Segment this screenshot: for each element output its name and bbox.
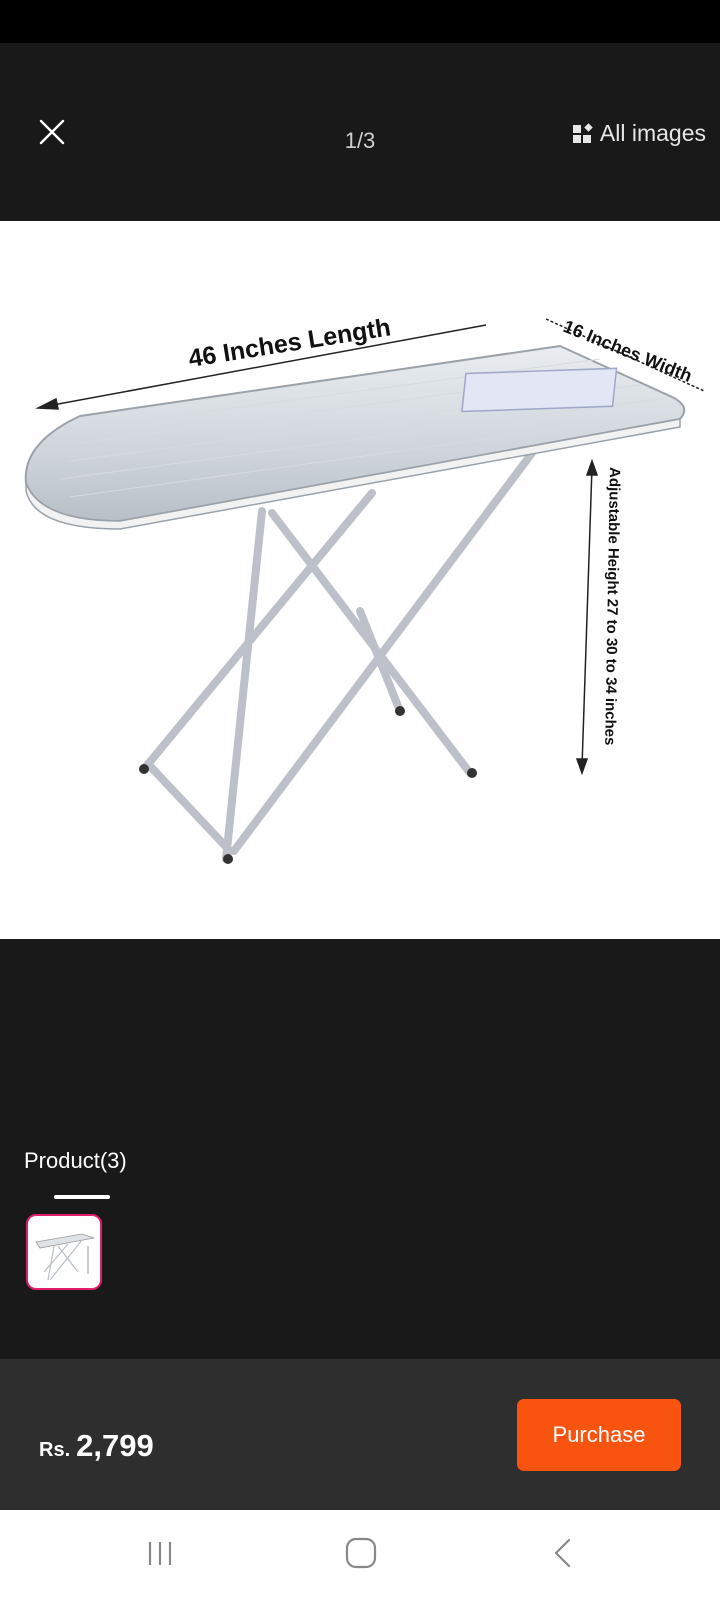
back-icon bbox=[554, 1538, 571, 1568]
product-image[interactable]: 46 Inches Length 16 Inches Width Adjusta… bbox=[0, 221, 720, 939]
back-button[interactable] bbox=[533, 1528, 593, 1578]
purchase-button[interactable]: Purchase bbox=[517, 1399, 681, 1471]
recents-icon bbox=[148, 1542, 172, 1565]
length-dimension-label: 46 Inches Length bbox=[187, 313, 393, 373]
height-dimension-label: Adjustable Height 27 to 30 to 34 inches bbox=[601, 467, 623, 746]
leg-feet bbox=[139, 706, 477, 864]
iron-rest bbox=[461, 367, 618, 413]
gallery-icon bbox=[572, 122, 593, 143]
home-button[interactable] bbox=[331, 1528, 391, 1578]
tab-active-indicator bbox=[54, 1195, 110, 1199]
height-arrow bbox=[575, 458, 599, 776]
price-display: Rs. 2,799 bbox=[39, 1428, 154, 1464]
status-bar bbox=[0, 0, 720, 43]
system-nav-bar bbox=[0, 1510, 720, 1600]
home-icon bbox=[345, 1537, 377, 1569]
recents-button[interactable] bbox=[130, 1528, 190, 1578]
price-currency: Rs. bbox=[39, 1439, 71, 1461]
ironing-board-illustration: 46 Inches Length 16 Inches Width Adjusta… bbox=[24, 313, 705, 864]
thumbnail-1[interactable] bbox=[26, 1214, 102, 1290]
tab-product[interactable]: Product(3) bbox=[24, 1148, 127, 1174]
all-images-label: All images bbox=[599, 120, 706, 146]
all-images-button[interactable]: All images bbox=[572, 120, 706, 147]
price-amount: 2,799 bbox=[76, 1428, 154, 1463]
thumbnail-image bbox=[35, 1233, 95, 1281]
